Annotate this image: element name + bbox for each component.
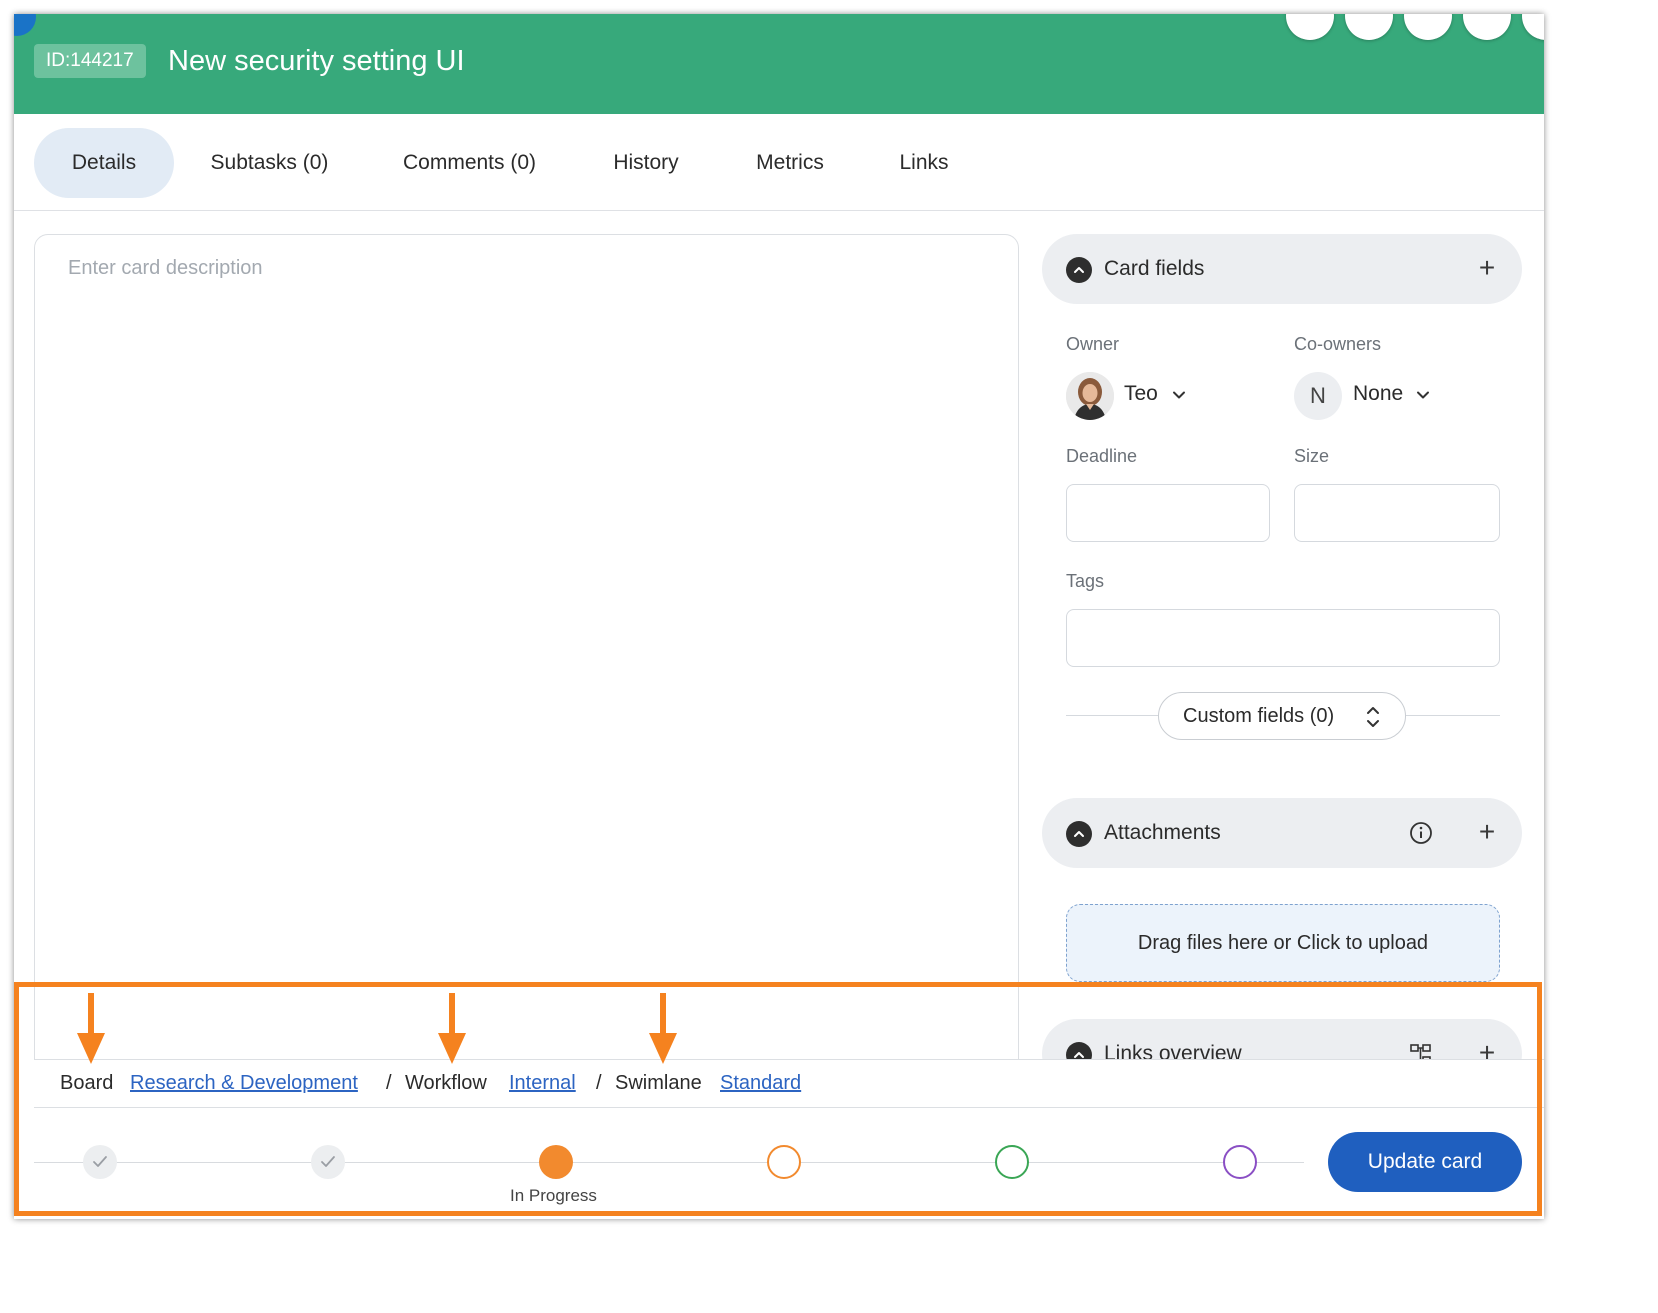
workflow-step-5[interactable] — [995, 1145, 1029, 1179]
tab-links[interactable]: Links — [882, 128, 966, 198]
card-title[interactable]: New security setting UI — [168, 42, 465, 80]
info-icon[interactable] — [1408, 820, 1434, 846]
size-field[interactable] — [1294, 484, 1500, 542]
dropzone-label: Drag files here or Click to upload — [1137, 932, 1429, 954]
tab-bar: Details Subtasks (0) Comments (0) Histor… — [14, 114, 1544, 211]
deadline-field[interactable] — [1066, 484, 1270, 542]
current-step-label: In Progress — [510, 1186, 597, 1205]
card-header: ID:144217 New security setting UI — [14, 14, 1544, 114]
swimlane-link[interactable]: Standard — [720, 1072, 801, 1095]
header-action-button-5[interactable] — [1522, 14, 1544, 40]
card-footer: Board Research & Development / Workflow … — [34, 1059, 1544, 1219]
workflow-step-2[interactable] — [311, 1145, 345, 1179]
workflow-step-3[interactable] — [539, 1145, 573, 1179]
workflow-label: Workflow — [405, 1072, 487, 1094]
expand-collapse-icon — [1367, 707, 1379, 727]
attachment-dropzone[interactable]: Drag files here or Click to upload — [1066, 904, 1500, 982]
custom-fields-label: Custom fields (0) — [1183, 705, 1335, 727]
card-fields-title: Card fields — [1104, 257, 1205, 280]
tab-metrics[interactable]: Metrics — [738, 128, 842, 198]
plus-icon[interactable]: + — [1472, 254, 1502, 284]
workflow-progress: In Progress Update card — [34, 1108, 1544, 1219]
chevron-down-icon[interactable] — [1172, 388, 1186, 402]
tab-comments[interactable]: Comments (0) — [382, 128, 557, 198]
custom-fields-toggle[interactable]: Custom fields (0) — [1158, 692, 1406, 740]
check-icon — [321, 1156, 335, 1167]
tags-field[interactable] — [1066, 609, 1500, 667]
header-action-button-2[interactable] — [1345, 14, 1393, 40]
collapse-icon[interactable] — [1066, 821, 1092, 847]
card-details-window: ID:144217 New security setting UI Detail… — [14, 14, 1544, 1219]
deadline-label: Deadline — [1066, 446, 1138, 466]
owner-name[interactable]: Teo — [1124, 382, 1158, 406]
plus-icon[interactable]: + — [1472, 818, 1502, 848]
tab-history[interactable]: History — [594, 128, 698, 198]
progress-track — [34, 1162, 1304, 1163]
header-action-button-4[interactable] — [1463, 14, 1511, 40]
divider — [1066, 715, 1158, 716]
card-id-badge[interactable]: ID:144217 — [34, 44, 146, 78]
co-owner-name[interactable]: None — [1353, 382, 1403, 406]
header-action-button-3[interactable] — [1404, 14, 1452, 40]
tab-details[interactable]: Details — [34, 128, 174, 198]
annotation-arrow-down-icon — [438, 993, 466, 1064]
breadcrumb-separator: / — [596, 1072, 602, 1094]
owner-label: Owner — [1066, 334, 1120, 354]
tab-subtasks[interactable]: Subtasks (0) — [192, 128, 347, 198]
check-icon — [93, 1156, 107, 1167]
attachments-title: Attachments — [1104, 821, 1221, 844]
workflow-step-4[interactable] — [767, 1145, 801, 1179]
owner-avatar[interactable] — [1066, 372, 1114, 420]
annotation-arrow-down-icon — [649, 993, 677, 1064]
swimlane-label: Swimlane — [615, 1072, 702, 1094]
workflow-step-1[interactable] — [83, 1145, 117, 1179]
board-label: Board — [60, 1072, 114, 1094]
divider — [1406, 715, 1500, 716]
breadcrumb: Board Research & Development / Workflow … — [34, 1060, 1544, 1108]
breadcrumb-separator: / — [386, 1072, 392, 1094]
description-placeholder: Enter card description — [68, 257, 263, 279]
board-link[interactable]: Research & Development — [130, 1072, 358, 1095]
workflow-step-6[interactable] — [1223, 1145, 1257, 1179]
card-fields-section-header[interactable]: Card fields + — [1042, 234, 1522, 304]
tags-label: Tags — [1066, 571, 1105, 591]
annotation-arrow-down-icon — [77, 993, 105, 1064]
update-card-button[interactable]: Update card — [1328, 1132, 1522, 1192]
chevron-down-icon[interactable] — [1416, 388, 1430, 402]
header-action-button-1[interactable] — [1286, 14, 1334, 40]
collapse-icon[interactable] — [1066, 257, 1092, 283]
workflow-link[interactable]: Internal — [509, 1072, 576, 1095]
card-type-indicator — [14, 14, 36, 36]
attachments-section-header[interactable]: Attachments + — [1042, 798, 1522, 868]
co-owner-avatar[interactable]: N — [1294, 372, 1342, 420]
co-owners-label: Co-owners — [1294, 334, 1382, 354]
size-label: Size — [1294, 446, 1330, 466]
